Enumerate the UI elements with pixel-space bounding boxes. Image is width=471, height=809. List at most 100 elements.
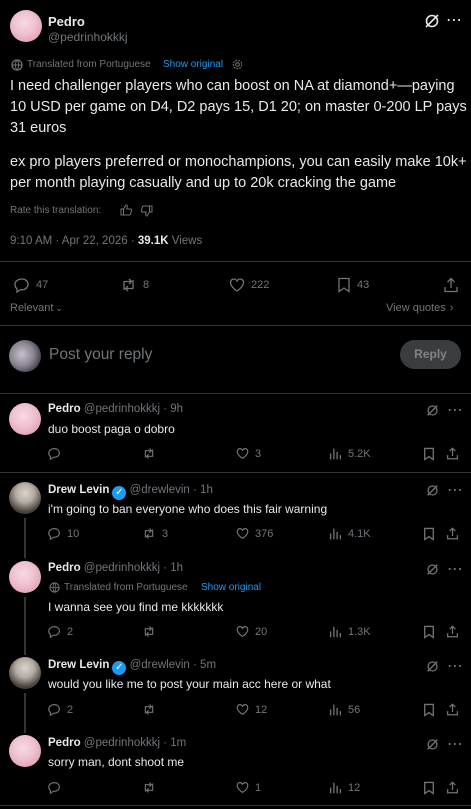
views-action[interactable]: 12 bbox=[329, 781, 360, 794]
repost-action[interactable]: 3 bbox=[142, 527, 168, 540]
author-name[interactable]: Pedro bbox=[48, 14, 85, 29]
like-action[interactable]: 376 bbox=[236, 527, 273, 540]
reply-avatar[interactable] bbox=[9, 482, 41, 514]
repost-action[interactable]: 8 bbox=[120, 277, 149, 293]
reply-author-name[interactable]: Pedro bbox=[48, 562, 81, 574]
settings-icon[interactable] bbox=[232, 59, 243, 70]
like-count: 1 bbox=[255, 781, 262, 794]
reply-action[interactable]: 47 bbox=[14, 277, 48, 293]
views-action[interactable]: 4.1K bbox=[329, 527, 371, 540]
reply-author-handle[interactable]: @pedrinhokkkj bbox=[84, 562, 160, 574]
share-icon[interactable] bbox=[446, 527, 459, 540]
share-icon[interactable] bbox=[446, 625, 459, 638]
translate-icon bbox=[11, 59, 23, 71]
thumbs-down-icon[interactable] bbox=[141, 205, 153, 217]
like-action[interactable]: 1 bbox=[236, 781, 261, 794]
more-options-icon[interactable]: ⋯ bbox=[447, 480, 464, 500]
like-count: 12 bbox=[255, 703, 268, 716]
grok-icon[interactable] bbox=[426, 660, 439, 673]
reply-author-name[interactable]: Drew Levin bbox=[48, 484, 109, 496]
reply-author-name[interactable]: Pedro bbox=[48, 737, 81, 749]
repost-action[interactable] bbox=[142, 781, 162, 794]
bookmark-icon[interactable] bbox=[423, 781, 435, 795]
repost-count: 8 bbox=[143, 279, 150, 291]
time-text[interactable]: 9:10 AM · Apr 22, 2026 · bbox=[10, 235, 138, 247]
reply-time[interactable]: · 9h bbox=[163, 403, 183, 415]
bookmark-icon[interactable] bbox=[423, 447, 435, 461]
grok-icon[interactable] bbox=[424, 13, 440, 29]
grok-icon[interactable] bbox=[426, 738, 439, 751]
show-original-link[interactable]: Show original bbox=[201, 582, 261, 593]
reply-text: would you like me to post your main acc … bbox=[48, 677, 331, 691]
author-avatar[interactable] bbox=[10, 10, 42, 42]
more-options-icon[interactable]: ⋯ bbox=[446, 10, 463, 30]
repost-action[interactable] bbox=[142, 625, 162, 638]
show-original-link[interactable]: Show original bbox=[163, 59, 223, 70]
reply-time[interactable]: · 1h bbox=[193, 484, 213, 496]
grok-icon[interactable] bbox=[426, 484, 439, 497]
reply-author-handle[interactable]: @drewlevin bbox=[130, 484, 190, 496]
thread-line bbox=[24, 693, 26, 733]
like-action[interactable]: 222 bbox=[229, 277, 269, 293]
bookmark-icon[interactable] bbox=[423, 625, 435, 639]
translated-label: Translated from Portuguese bbox=[64, 582, 188, 593]
reply-author-handle[interactable]: @drewlevin bbox=[130, 659, 190, 671]
share-icon[interactable] bbox=[446, 703, 459, 716]
more-options-icon[interactable]: ⋯ bbox=[447, 734, 464, 754]
tweet-timestamp[interactable]: 9:10 AM · Apr 22, 2026 · 39.1K Views bbox=[10, 235, 202, 247]
reply-avatar[interactable] bbox=[9, 403, 41, 435]
like-count: 222 bbox=[251, 279, 270, 291]
bookmark-action[interactable]: 43 bbox=[337, 277, 369, 293]
reply-avatar[interactable] bbox=[9, 657, 41, 689]
reply-text: i'm going to ban everyone who does this … bbox=[48, 502, 328, 516]
reply-text: sorry man, dont shoot me bbox=[48, 755, 185, 769]
reply-header: Drew Levin ✓ @drewlevin · 1h bbox=[48, 484, 213, 500]
chevron-down-icon: ⌄ bbox=[55, 303, 63, 313]
reply-author-name[interactable]: Drew Levin bbox=[48, 659, 109, 671]
verified-badge-icon: ✓ bbox=[112, 661, 127, 675]
share-icon[interactable] bbox=[443, 277, 459, 293]
views-action[interactable]: 5.2K bbox=[329, 447, 371, 460]
reply-action[interactable] bbox=[48, 447, 67, 460]
bookmark-icon[interactable] bbox=[423, 703, 435, 717]
rate-translation-label: Rate this translation: bbox=[10, 205, 102, 216]
reply-author-handle[interactable]: @pedrinhokkkj bbox=[84, 403, 160, 415]
my-avatar[interactable] bbox=[9, 340, 41, 372]
views-count: 1.3K bbox=[348, 625, 371, 638]
author-handle[interactable]: @pedrinhokkkj bbox=[48, 30, 128, 44]
like-action[interactable]: 3 bbox=[236, 447, 261, 460]
reply-avatar[interactable] bbox=[9, 735, 41, 767]
view-quotes-link[interactable]: View quotes › bbox=[386, 302, 453, 314]
bookmark-icon[interactable] bbox=[423, 527, 435, 541]
grok-icon[interactable] bbox=[426, 404, 439, 417]
reply-time[interactable]: · 1h bbox=[163, 562, 183, 574]
views-action[interactable]: 1.3K bbox=[329, 625, 371, 638]
more-options-icon[interactable]: ⋯ bbox=[447, 559, 464, 579]
share-icon[interactable] bbox=[446, 447, 459, 460]
chevron-right-icon: › bbox=[449, 302, 454, 314]
views-count: 5.2K bbox=[348, 447, 371, 460]
grok-icon[interactable] bbox=[426, 563, 439, 576]
reply-author-name[interactable]: Pedro bbox=[48, 403, 81, 415]
reply-action[interactable] bbox=[48, 781, 67, 794]
more-options-icon[interactable]: ⋯ bbox=[447, 400, 464, 420]
reply-button[interactable]: Reply bbox=[400, 340, 461, 369]
sort-relevant-dropdown[interactable]: Relevant ⌄ bbox=[10, 302, 63, 314]
like-action[interactable]: 20 bbox=[236, 625, 267, 638]
reply-action[interactable]: 10 bbox=[48, 527, 79, 540]
repost-action[interactable] bbox=[142, 447, 162, 460]
thumbs-up-icon[interactable] bbox=[120, 204, 132, 216]
reply-time[interactable]: · 5m bbox=[193, 659, 216, 671]
more-options-icon[interactable]: ⋯ bbox=[447, 656, 464, 676]
views-count: 39.1K bbox=[137, 235, 169, 247]
reply-time[interactable]: · 1m bbox=[163, 737, 186, 749]
reply-action[interactable]: 2 bbox=[48, 703, 73, 716]
like-action[interactable]: 12 bbox=[236, 703, 267, 716]
reply-action[interactable]: 2 bbox=[48, 625, 73, 638]
reply-avatar[interactable] bbox=[9, 561, 41, 593]
reply-author-handle[interactable]: @pedrinhokkkj bbox=[84, 737, 160, 749]
repost-action[interactable] bbox=[142, 703, 162, 716]
share-icon[interactable] bbox=[446, 781, 459, 794]
views-action[interactable]: 56 bbox=[329, 703, 360, 716]
reply-input[interactable]: Post your reply bbox=[49, 346, 152, 364]
